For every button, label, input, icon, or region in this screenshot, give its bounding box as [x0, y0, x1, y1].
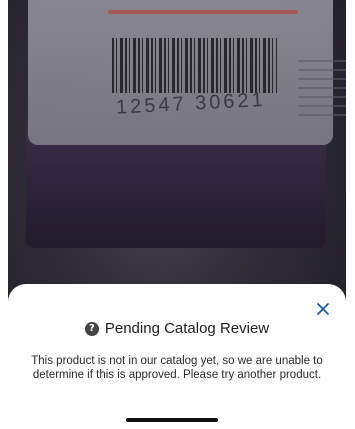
label-warning-text	[108, 10, 298, 14]
sheet-title: Pending Catalog Review	[104, 320, 270, 337]
close-icon	[317, 303, 329, 315]
pending-review-sheet: ? Pending Catalog Review This product is…	[8, 284, 346, 429]
question-circle-icon: ?	[84, 321, 99, 336]
label-fine-print	[298, 60, 346, 120]
barcode	[112, 38, 277, 93]
home-indicator	[126, 418, 218, 422]
product-label: 12547 30621	[28, 0, 346, 145]
sheet-message: This product is not in our catalog yet, …	[31, 355, 323, 381]
close-button[interactable]	[312, 298, 334, 320]
screen: 12547 30621 ? Pending Catalog Review Thi…	[8, 0, 346, 429]
sheet-title-row: ? Pending Catalog Review	[8, 320, 346, 337]
